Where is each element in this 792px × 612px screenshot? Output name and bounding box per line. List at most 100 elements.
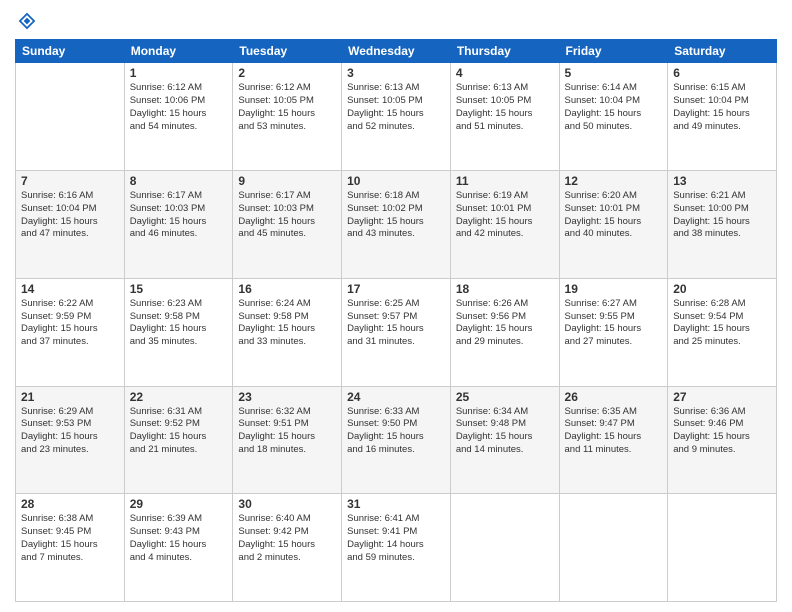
day-cell: 29 Sunrise: 6:39 AM Sunset: 9:43 PM Dayli… — [124, 494, 233, 602]
day-cell — [668, 494, 777, 602]
day-cell: 12 Sunrise: 6:20 AM Sunset: 10:01 PM Dayl… — [559, 171, 668, 279]
day-number: 29 — [130, 497, 228, 511]
day-cell: 2 Sunrise: 6:12 AM Sunset: 10:05 PM Dayli… — [233, 63, 342, 171]
day-info: Sunrise: 6:20 AM Sunset: 10:01 PM Daylig… — [565, 190, 663, 241]
day-number: 30 — [238, 497, 336, 511]
day-info: Sunrise: 6:34 AM Sunset: 9:48 PM Dayligh… — [456, 406, 554, 457]
day-number: 25 — [456, 390, 554, 404]
day-info: Sunrise: 6:27 AM Sunset: 9:55 PM Dayligh… — [565, 298, 663, 349]
day-info: Sunrise: 6:22 AM Sunset: 9:59 PM Dayligh… — [21, 298, 119, 349]
day-info: Sunrise: 6:15 AM Sunset: 10:04 PM Daylig… — [673, 82, 771, 133]
day-cell: 6 Sunrise: 6:15 AM Sunset: 10:04 PM Dayli… — [668, 63, 777, 171]
day-number: 16 — [238, 282, 336, 296]
day-cell: 4 Sunrise: 6:13 AM Sunset: 10:05 PM Dayli… — [450, 63, 559, 171]
week-row-3: 14Sunrise: 6:22 AM Sunset: 9:59 PM Dayli… — [16, 278, 777, 386]
day-cell: 18 Sunrise: 6:26 AM Sunset: 9:56 PM Dayli… — [450, 278, 559, 386]
day-info: Sunrise: 6:12 AM Sunset: 10:05 PM Daylig… — [238, 82, 336, 133]
day-cell: 7Sunrise: 6:16 AM Sunset: 10:04 PM Dayli… — [16, 171, 125, 279]
day-number: 21 — [21, 390, 119, 404]
day-number: 1 — [130, 66, 228, 80]
page: SundayMondayTuesdayWednesdayThursdayFrid… — [0, 0, 792, 612]
day-cell: 16 Sunrise: 6:24 AM Sunset: 9:58 PM Dayli… — [233, 278, 342, 386]
day-cell: 21 Sunrise: 6:29 AM Sunset: 9:53 PM Dayli… — [16, 386, 125, 494]
day-cell: 10 Sunrise: 6:18 AM Sunset: 10:02 PM Dayl… — [342, 171, 451, 279]
day-number: 18 — [456, 282, 554, 296]
day-number: 20 — [673, 282, 771, 296]
day-number: 27 — [673, 390, 771, 404]
day-number: 24 — [347, 390, 445, 404]
day-cell: 20 Sunrise: 6:28 AM Sunset: 9:54 PM Dayli… — [668, 278, 777, 386]
col-header-sunday: Sunday — [16, 40, 125, 63]
day-number: 17 — [347, 282, 445, 296]
day-number: 26 — [565, 390, 663, 404]
col-header-saturday: Saturday — [668, 40, 777, 63]
day-cell: 11 Sunrise: 6:19 AM Sunset: 10:01 PM Dayl… — [450, 171, 559, 279]
day-cell: 31 Sunrise: 6:41 AM Sunset: 9:41 PM Dayli… — [342, 494, 451, 602]
day-cell: 1 Sunrise: 6:12 AM Sunset: 10:06 PM Dayli… — [124, 63, 233, 171]
day-number: 2 — [238, 66, 336, 80]
day-info: Sunrise: 6:13 AM Sunset: 10:05 PM Daylig… — [456, 82, 554, 133]
day-info: Sunrise: 6:16 AM Sunset: 10:04 PM Daylig… — [21, 190, 119, 241]
day-cell: 30 Sunrise: 6:40 AM Sunset: 9:42 PM Dayli… — [233, 494, 342, 602]
day-info: Sunrise: 6:29 AM Sunset: 9:53 PM Dayligh… — [21, 406, 119, 457]
day-cell: 8Sunrise: 6:17 AM Sunset: 10:03 PM Dayli… — [124, 171, 233, 279]
day-info: Sunrise: 6:28 AM Sunset: 9:54 PM Dayligh… — [673, 298, 771, 349]
logo-text — [15, 10, 37, 31]
day-cell: 26 Sunrise: 6:35 AM Sunset: 9:47 PM Dayli… — [559, 386, 668, 494]
day-info: Sunrise: 6:14 AM Sunset: 10:04 PM Daylig… — [565, 82, 663, 133]
day-info: Sunrise: 6:13 AM Sunset: 10:05 PM Daylig… — [347, 82, 445, 133]
col-header-wednesday: Wednesday — [342, 40, 451, 63]
day-info: Sunrise: 6:41 AM Sunset: 9:41 PM Dayligh… — [347, 513, 445, 564]
col-header-tuesday: Tuesday — [233, 40, 342, 63]
day-number: 11 — [456, 174, 554, 188]
logo-icon — [17, 11, 37, 31]
day-cell: 14Sunrise: 6:22 AM Sunset: 9:59 PM Dayli… — [16, 278, 125, 386]
day-info: Sunrise: 6:19 AM Sunset: 10:01 PM Daylig… — [456, 190, 554, 241]
day-cell — [559, 494, 668, 602]
header-row: SundayMondayTuesdayWednesdayThursdayFrid… — [16, 40, 777, 63]
day-number: 12 — [565, 174, 663, 188]
day-cell: 5 Sunrise: 6:14 AM Sunset: 10:04 PM Dayli… — [559, 63, 668, 171]
day-number: 4 — [456, 66, 554, 80]
day-info: Sunrise: 6:35 AM Sunset: 9:47 PM Dayligh… — [565, 406, 663, 457]
day-number: 28 — [21, 497, 119, 511]
day-info: Sunrise: 6:33 AM Sunset: 9:50 PM Dayligh… — [347, 406, 445, 457]
week-row-1: 1 Sunrise: 6:12 AM Sunset: 10:06 PM Dayli… — [16, 63, 777, 171]
day-cell: 27 Sunrise: 6:36 AM Sunset: 9:46 PM Dayli… — [668, 386, 777, 494]
day-cell: 24 Sunrise: 6:33 AM Sunset: 9:50 PM Dayli… — [342, 386, 451, 494]
day-cell — [450, 494, 559, 602]
day-info: Sunrise: 6:26 AM Sunset: 9:56 PM Dayligh… — [456, 298, 554, 349]
day-cell: 23Sunrise: 6:32 AM Sunset: 9:51 PM Dayli… — [233, 386, 342, 494]
day-number: 22 — [130, 390, 228, 404]
day-number: 10 — [347, 174, 445, 188]
day-cell: 13 Sunrise: 6:21 AM Sunset: 10:00 PM Dayl… — [668, 171, 777, 279]
day-cell: 17Sunrise: 6:25 AM Sunset: 9:57 PM Dayli… — [342, 278, 451, 386]
day-info: Sunrise: 6:17 AM Sunset: 10:03 PM Daylig… — [238, 190, 336, 241]
day-cell — [16, 63, 125, 171]
day-info: Sunrise: 6:36 AM Sunset: 9:46 PM Dayligh… — [673, 406, 771, 457]
week-row-2: 7Sunrise: 6:16 AM Sunset: 10:04 PM Dayli… — [16, 171, 777, 279]
day-cell: 28 Sunrise: 6:38 AM Sunset: 9:45 PM Dayli… — [16, 494, 125, 602]
day-cell: 25 Sunrise: 6:34 AM Sunset: 9:48 PM Dayli… — [450, 386, 559, 494]
day-info: Sunrise: 6:12 AM Sunset: 10:06 PM Daylig… — [130, 82, 228, 133]
day-info: Sunrise: 6:18 AM Sunset: 10:02 PM Daylig… — [347, 190, 445, 241]
day-info: Sunrise: 6:40 AM Sunset: 9:42 PM Dayligh… — [238, 513, 336, 564]
day-number: 23 — [238, 390, 336, 404]
day-number: 9 — [238, 174, 336, 188]
col-header-friday: Friday — [559, 40, 668, 63]
day-number: 6 — [673, 66, 771, 80]
day-info: Sunrise: 6:38 AM Sunset: 9:45 PM Dayligh… — [21, 513, 119, 564]
day-cell: 3 Sunrise: 6:13 AM Sunset: 10:05 PM Dayli… — [342, 63, 451, 171]
day-info: Sunrise: 6:24 AM Sunset: 9:58 PM Dayligh… — [238, 298, 336, 349]
day-number: 5 — [565, 66, 663, 80]
day-number: 3 — [347, 66, 445, 80]
day-cell: 9 Sunrise: 6:17 AM Sunset: 10:03 PM Dayli… — [233, 171, 342, 279]
day-number: 15 — [130, 282, 228, 296]
day-cell: 22Sunrise: 6:31 AM Sunset: 9:52 PM Dayli… — [124, 386, 233, 494]
logo — [15, 10, 37, 31]
day-info: Sunrise: 6:39 AM Sunset: 9:43 PM Dayligh… — [130, 513, 228, 564]
day-info: Sunrise: 6:21 AM Sunset: 10:00 PM Daylig… — [673, 190, 771, 241]
day-number: 13 — [673, 174, 771, 188]
header — [15, 10, 777, 31]
day-number: 31 — [347, 497, 445, 511]
